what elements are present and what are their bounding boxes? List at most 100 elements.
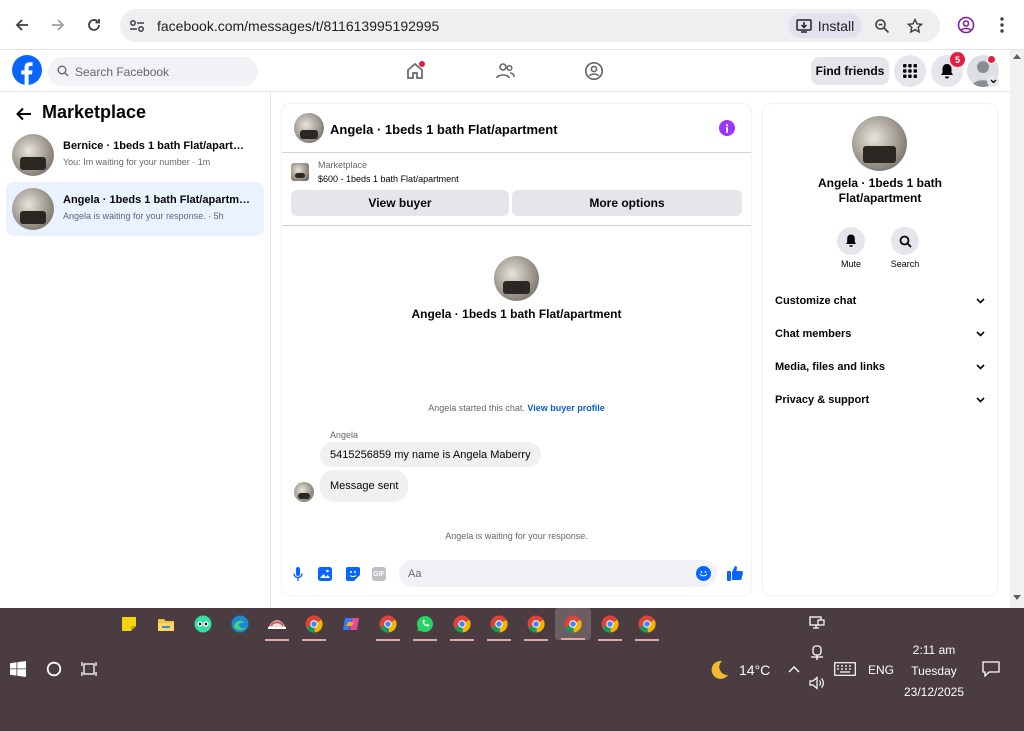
chrome-window-icon[interactable]: [448, 610, 476, 641]
network-icon[interactable]: [807, 614, 827, 632]
gif-icon[interactable]: GIF: [372, 567, 386, 581]
chevron-down-icon: [976, 364, 985, 370]
find-friends-button[interactable]: Find friends: [811, 57, 889, 85]
intro-name: Angela · 1beds 1 bath Flat/apartment: [411, 307, 622, 321]
more-options-button[interactable]: More options: [512, 190, 742, 216]
volume-icon[interactable]: [807, 674, 827, 692]
profile-icon[interactable]: [955, 14, 977, 36]
chat-title[interactable]: Angela · 1beds 1 bath Flat/apartment: [330, 122, 558, 137]
accordion-chat-members[interactable]: Chat members: [775, 324, 985, 344]
scroll-up-arrow-icon[interactable]: [1013, 54, 1021, 59]
facebook-logo-icon[interactable]: [12, 55, 42, 85]
running-indicator: [635, 639, 659, 641]
show-hidden-icons-chevron-up-icon[interactable]: [785, 660, 803, 678]
back-arrow-icon[interactable]: [14, 104, 34, 124]
task-view-icon[interactable]: [80, 659, 100, 679]
conversation-item[interactable]: Bernice · 1beds 1 bath Flat/apartment Yo…: [6, 128, 264, 182]
message-placeholder: Aa: [408, 568, 422, 580]
listing-thumbnail: [291, 163, 309, 181]
chevron-down-icon[interactable]: [987, 75, 999, 87]
details-title: Angela · 1beds 1 bath Flat/apartment: [763, 176, 997, 206]
reload-icon[interactable]: [79, 9, 109, 41]
message-bubble[interactable]: Message sent: [320, 470, 409, 502]
menu-grid-icon[interactable]: [894, 55, 926, 87]
pinned-app-icon[interactable]: [263, 610, 291, 641]
running-indicator: [524, 639, 548, 641]
sticky-notes-icon[interactable]: [115, 610, 143, 638]
language-indicator[interactable]: ENG: [868, 663, 894, 677]
chrome-window-icon[interactable]: [485, 610, 513, 641]
chat-header-avatar[interactable]: [294, 113, 324, 143]
clock-date: 23/12/2025: [903, 685, 965, 699]
zoom-icon[interactable]: [872, 16, 892, 36]
page-scrollbar[interactable]: [1010, 50, 1024, 608]
browser-menu-icon[interactable]: [992, 14, 1012, 36]
running-indicator: [487, 639, 511, 641]
conversation-item-active[interactable]: Angela · 1beds 1 bath Flat/apartment Ang…: [6, 182, 264, 236]
friends-icon[interactable]: [493, 59, 517, 83]
bookmark-star-icon[interactable]: [905, 16, 925, 36]
url-text[interactable]: facebook.com/messages/t/811613995192995: [157, 18, 439, 34]
intro-avatar: [494, 256, 539, 301]
weather-moon-icon[interactable]: [707, 658, 731, 682]
divider: [282, 225, 751, 226]
facebook-search-input[interactable]: Search Facebook: [48, 57, 258, 86]
chrome-window-icon[interactable]: [522, 610, 550, 641]
install-button[interactable]: Install: [788, 13, 862, 38]
accordion-label: Media, files and links: [775, 361, 886, 373]
copilot-icon[interactable]: [337, 610, 365, 638]
started-text: Angela started this chat.: [428, 403, 525, 413]
back-icon[interactable]: [7, 9, 37, 41]
file-explorer-icon[interactable]: [152, 610, 180, 638]
message-bubble[interactable]: 5415256859 my name is Angela Maberry: [320, 442, 541, 467]
sticker-icon[interactable]: [345, 566, 361, 582]
info-icon[interactable]: [719, 120, 735, 136]
like-thumb-icon[interactable]: [726, 564, 744, 582]
windows-start-icon[interactable]: [8, 659, 28, 679]
notification-center-icon[interactable]: [981, 659, 1001, 679]
search-chat-button[interactable]: [891, 227, 919, 255]
listing-detail[interactable]: $600 - 1beds 1 bath Flat/apartment: [318, 174, 459, 184]
accordion-label: Customize chat: [775, 295, 857, 307]
chrome-window-icon[interactable]: [596, 610, 624, 641]
chevron-down-icon: [976, 298, 985, 304]
running-indicator: [302, 639, 326, 641]
accordion-label: Chat members: [775, 328, 852, 340]
mute-button[interactable]: [837, 227, 865, 255]
chrome-window-icon[interactable]: [374, 610, 402, 641]
details-avatar: [852, 116, 907, 171]
accordion-media-files-links[interactable]: Media, files and links: [775, 357, 985, 377]
accordion-customize-chat[interactable]: Customize chat: [775, 291, 985, 311]
cortana-search-icon[interactable]: [44, 659, 64, 679]
tripadvisor-app-icon[interactable]: [189, 610, 217, 638]
view-buyer-button[interactable]: View buyer: [291, 190, 509, 216]
scroll-down-arrow-icon[interactable]: [1013, 595, 1021, 600]
conversation-snippet: Angela is waiting for your response. · 5…: [63, 211, 224, 221]
photo-icon[interactable]: [317, 566, 333, 582]
message-input[interactable]: Aa: [399, 560, 717, 587]
sender-name: Angela: [330, 430, 359, 440]
forward-icon[interactable]: [43, 9, 73, 41]
emoji-icon[interactable]: [696, 566, 711, 581]
accordion-privacy-support[interactable]: Privacy & support: [775, 390, 985, 410]
details-title-line: Angela · 1beds 1 bath: [817, 176, 943, 190]
sender-avatar: [294, 482, 314, 502]
view-buyer-profile-link[interactable]: View buyer profile: [527, 403, 604, 413]
whatsapp-icon[interactable]: [411, 610, 439, 641]
edge-browser-icon[interactable]: [226, 610, 254, 638]
site-settings-icon[interactable]: [128, 17, 146, 35]
clock[interactable]: 2:11 am Tuesday 23/12/2025: [896, 640, 972, 703]
keyboard-icon[interactable]: [833, 660, 857, 678]
home-icon[interactable]: [403, 59, 427, 83]
avatar: [12, 134, 54, 176]
meet-now-icon[interactable]: [807, 644, 827, 662]
temperature[interactable]: 14°C: [739, 662, 770, 678]
microphone-icon[interactable]: [291, 566, 305, 582]
chrome-window-icon[interactable]: [300, 610, 328, 641]
chrome-window-icon-active[interactable]: [555, 608, 591, 640]
address-bar[interactable]: facebook.com/messages/t/811613995192995 …: [120, 9, 940, 42]
install-icon: [795, 18, 812, 33]
running-indicator: [376, 639, 400, 641]
groups-icon[interactable]: [582, 59, 606, 83]
chrome-window-icon[interactable]: [633, 610, 661, 641]
